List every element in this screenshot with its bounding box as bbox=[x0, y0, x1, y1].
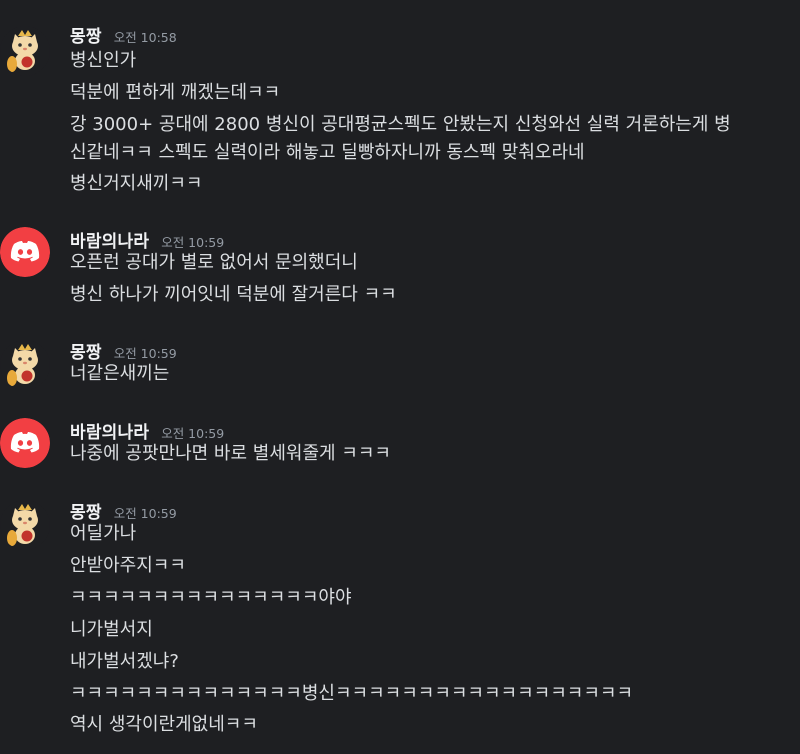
discord-logo-icon[interactable] bbox=[0, 227, 50, 277]
message-text: 오픈런 공대가 별로 없어서 문의했더니 bbox=[70, 252, 358, 273]
message-text: ㅋㅋㅋㅋㅋㅋㅋㅋㅋㅋㅋㅋㅋㅋ병신ㅋㅋㅋㅋㅋㅋㅋㅋㅋㅋㅋㅋㅋㅋㅋㅋㅋㅋ bbox=[70, 683, 634, 704]
discord-logo-icon[interactable] bbox=[0, 418, 50, 468]
username[interactable]: 몽짱 bbox=[70, 22, 102, 47]
cat-with-crown-icon[interactable] bbox=[0, 340, 50, 390]
message-text: 병신거지새끼ㅋㅋ bbox=[70, 173, 203, 194]
chat-message-list: 몽짱 오전 10:58 병신인가 덕분에 편하게 깨겠는데ㅋㅋ 강 3000+ … bbox=[0, 0, 800, 754]
cat-with-crown-icon[interactable] bbox=[0, 26, 50, 76]
message-header: 바람의나라 오전 10:59 bbox=[70, 227, 224, 252]
message-header: 몽짱 오전 10:59 bbox=[70, 338, 177, 363]
message-text: 내가벌서겠냐? bbox=[70, 651, 179, 672]
message-text: 안받아주지ㅋㅋ bbox=[70, 555, 186, 576]
message-header: 몽짱 오전 10:59 bbox=[70, 498, 177, 523]
message-text: 병신인가 bbox=[70, 50, 137, 71]
message-header: 몽짱 오전 10:58 bbox=[70, 22, 177, 47]
cat-with-crown-icon[interactable] bbox=[0, 500, 50, 550]
message-text: 너같은새끼는 bbox=[70, 363, 170, 384]
message-text: 나중에 공팟만나면 바로 별세워줄게 ㅋㅋㅋ bbox=[70, 443, 391, 464]
message-text: 강 3000+ 공대에 2800 병신이 공대평균스펙도 안봤는지 신청와선 실… bbox=[70, 114, 731, 135]
message-text: 병신 하나가 끼어잇네 덕분에 잘거른다 ㅋㅋ bbox=[70, 284, 397, 305]
message-text: 어딜가나 bbox=[70, 523, 137, 544]
message-text: ㅋㅋㅋㅋㅋㅋㅋㅋㅋㅋㅋㅋㅋㅋㅋ야야 bbox=[70, 587, 352, 608]
message-text: 덕분에 편하게 깨겠는데ㅋㅋ bbox=[70, 82, 281, 103]
message-header: 바람의나라 오전 10:59 bbox=[70, 418, 224, 443]
message-text: 역시 생각이란게없네ㅋㅋ bbox=[70, 714, 258, 735]
message-text: 니가벌서지 bbox=[70, 619, 153, 640]
message-text: 신같네ㅋㅋ 스펙도 실력이라 해놓고 딜빵하자니까 동스펙 맞춰오라네 bbox=[70, 142, 585, 163]
timestamp: 오전 10:58 bbox=[113, 30, 177, 45]
